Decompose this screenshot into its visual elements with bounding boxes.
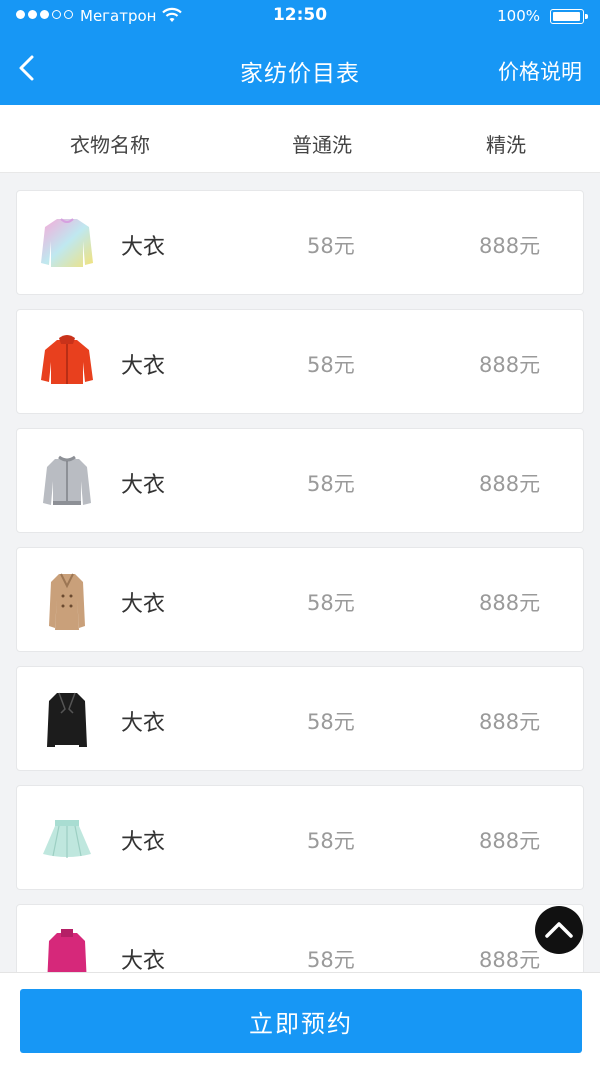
sweatshirt-icon	[39, 211, 95, 275]
column-header: 衣物名称 普通洗 精洗	[0, 105, 600, 173]
fine-wash-price: 888元	[479, 234, 541, 258]
list-item[interactable]: 大衣 58元 888元	[16, 428, 584, 533]
fine-wash-price: 888元	[479, 710, 541, 734]
normal-wash-price: 58元	[307, 591, 355, 615]
item-name: 大衣	[121, 711, 166, 736]
fine-wash-price: 888元	[479, 353, 541, 377]
column-name: 衣物名称	[70, 133, 150, 157]
item-name: 大衣	[121, 354, 166, 379]
scroll-to-top-button[interactable]	[535, 906, 583, 954]
list-item[interactable]: 大衣 58元 888元	[16, 904, 584, 972]
battery-icon	[550, 9, 588, 24]
price-info-link[interactable]: 价格说明	[498, 56, 582, 86]
normal-wash-price: 58元	[307, 353, 355, 377]
leather-jacket-icon	[39, 687, 95, 751]
fine-wash-price: 888元	[479, 948, 541, 972]
chevron-up-icon	[545, 922, 573, 938]
sweater-icon	[39, 925, 95, 972]
normal-wash-price: 58元	[307, 472, 355, 496]
item-name: 大衣	[121, 473, 166, 498]
fine-wash-price: 888元	[479, 829, 541, 853]
jacket-icon	[39, 330, 95, 394]
status-bar: Мегатрон 12:50 100%	[0, 0, 600, 34]
normal-wash-price: 58元	[307, 829, 355, 853]
item-name: 大衣	[121, 949, 166, 972]
bomber-jacket-icon	[39, 449, 95, 513]
item-name: 大衣	[121, 235, 166, 260]
column-normal-wash: 普通洗	[292, 133, 352, 157]
normal-wash-price: 58元	[307, 948, 355, 972]
footer: 立即预约	[0, 972, 600, 1067]
book-now-button[interactable]: 立即预约	[20, 989, 582, 1053]
item-name: 大衣	[121, 592, 166, 617]
list-item[interactable]: 大衣 58元 888元	[16, 666, 584, 771]
list-item[interactable]: 大衣 58元 888元	[16, 785, 584, 890]
fine-wash-price: 888元	[479, 591, 541, 615]
battery-percent: 100%	[497, 7, 540, 25]
trench-coat-icon	[39, 568, 95, 632]
list-item[interactable]: 大衣 58元 888元	[16, 309, 584, 414]
item-name: 大衣	[121, 830, 166, 855]
fine-wash-price: 888元	[479, 472, 541, 496]
list-item[interactable]: 大衣 58元 888元	[16, 190, 584, 295]
normal-wash-price: 58元	[307, 234, 355, 258]
column-fine-wash: 精洗	[486, 133, 526, 157]
nav-bar: 家纺价目表 价格说明	[0, 34, 600, 105]
list-item[interactable]: 大衣 58元 888元	[16, 547, 584, 652]
price-list[interactable]: 大衣 58元 888元 大衣 58元 888元 大衣 58元 888元 大衣 5…	[16, 190, 584, 972]
normal-wash-price: 58元	[307, 710, 355, 734]
header: Мегатрон 12:50 100% 家纺价目表 价格说明	[0, 0, 600, 105]
skirt-icon	[39, 806, 95, 870]
